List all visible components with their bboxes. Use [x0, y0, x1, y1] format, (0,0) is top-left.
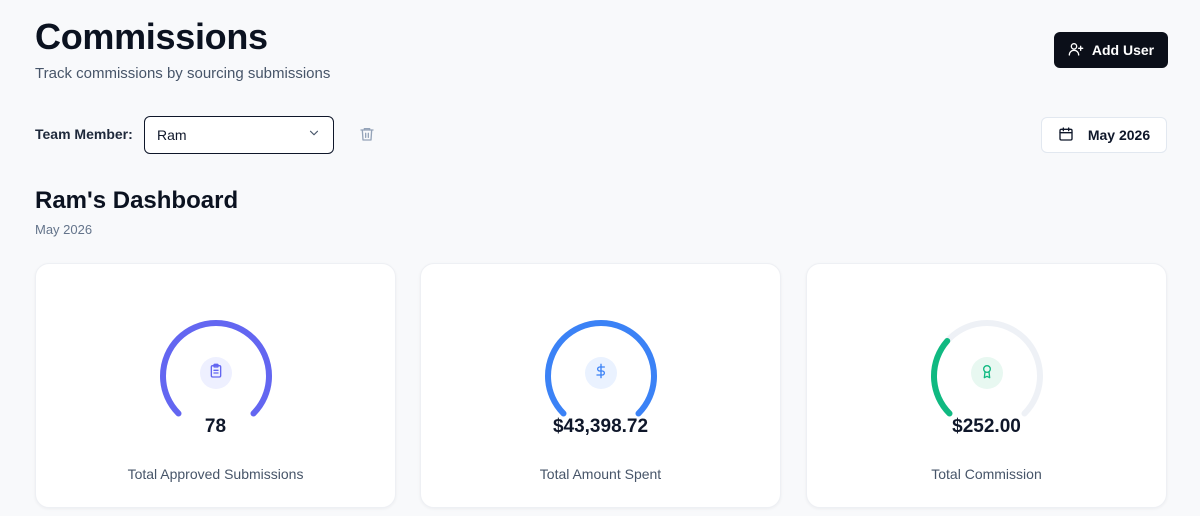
- page-title: Commissions: [35, 16, 268, 57]
- team-member-value: Ram: [157, 127, 187, 143]
- amount-spent-card: $43,398.72 Total Amount Spent: [420, 263, 781, 508]
- page-subtitle: Track commissions by sourcing submission…: [35, 65, 331, 82]
- delete-member-button[interactable]: [356, 124, 378, 146]
- card-label: Total Approved Submissions: [127, 466, 304, 482]
- total-commission-card: $252.00 Total Commission: [806, 263, 1167, 508]
- month-picker-button[interactable]: May 2026: [1041, 117, 1167, 153]
- card-value: $252.00: [952, 416, 1021, 437]
- user-plus-icon: [1068, 41, 1084, 60]
- team-member-label: Team Member:: [35, 126, 133, 142]
- dashboard-period: May 2026: [35, 222, 93, 237]
- gauge-icon-badge: [200, 357, 232, 389]
- award-icon: [979, 363, 995, 384]
- month-label: May 2026: [1087, 127, 1151, 143]
- calendar-icon: [1058, 126, 1074, 145]
- commissions-page: Commissions Track commissions by sourcin…: [0, 0, 1200, 516]
- gauge-icon-badge: [971, 357, 1003, 389]
- chevron-down-icon: [307, 126, 321, 145]
- dashboard-title: Ram's Dashboard: [35, 187, 239, 214]
- add-user-button[interactable]: Add User: [1054, 32, 1168, 68]
- card-label: Total Amount Spent: [539, 466, 662, 482]
- card-label: Total Commission: [931, 466, 1042, 482]
- add-user-label: Add User: [1091, 42, 1155, 58]
- card-value: $43,398.72: [552, 416, 649, 437]
- clipboard-icon: [208, 363, 224, 384]
- team-member-select[interactable]: Ram: [144, 116, 334, 154]
- trash-icon: [359, 126, 375, 145]
- approved-submissions-card: 78 Total Approved Submissions: [35, 263, 396, 508]
- dollar-icon: [593, 363, 609, 384]
- gauge-icon-badge: [585, 357, 617, 389]
- card-value: 78: [204, 416, 227, 437]
